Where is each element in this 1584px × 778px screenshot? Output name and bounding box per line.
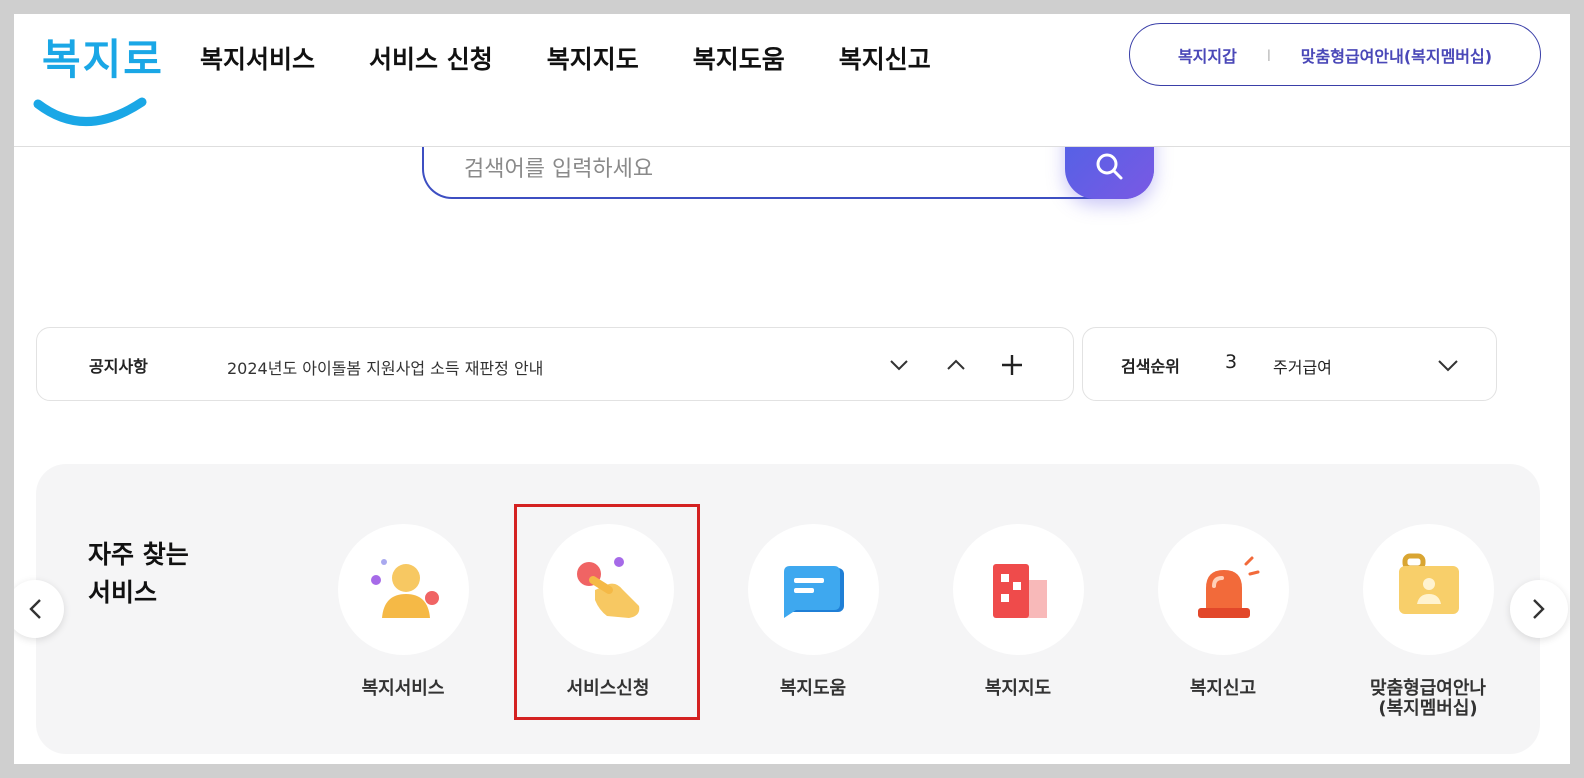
service-label-line-1: 맞춤형급여안나 — [1370, 678, 1486, 699]
title-line-1: 자주 찾는 — [88, 540, 189, 569]
service-label: 맞춤형급여안나 (복지멤버십) — [1353, 679, 1503, 719]
service-service-apply[interactable]: 서비스신청 — [533, 524, 683, 699]
nav-welfare-service[interactable]: 복지서비스 — [200, 40, 315, 76]
logo[interactable]: 복지로 — [30, 22, 162, 134]
service-label: 복지서비스 — [361, 678, 445, 699]
chevron-down-icon — [1438, 359, 1458, 371]
nav-welfare-help[interactable]: 복지도움 — [693, 40, 785, 76]
main-nav: 복지서비스 서비스 신청 복지지도 복지도움 복지신고 — [200, 38, 985, 78]
chevron-left-icon — [29, 599, 41, 619]
util-separator: ㅣ — [1262, 49, 1275, 64]
search-input[interactable] — [464, 152, 1024, 186]
ranking-text[interactable]: 주거급여 — [1273, 354, 1332, 378]
notice-next-button[interactable] — [882, 348, 916, 382]
service-welfare-service[interactable]: 복지서비스 — [328, 524, 478, 699]
nav-welfare-map[interactable]: 복지지도 — [547, 40, 639, 76]
search-icon — [1096, 153, 1123, 180]
service-welfare-map[interactable]: 복지지도 — [943, 524, 1093, 699]
hand-touch-icon — [576, 557, 639, 618]
service-label: 서비스신청 — [566, 678, 650, 699]
chat-document-icon — [783, 566, 844, 618]
util-links: 복지지갑 ㅣ 맞춤형급여안내(복지멤버십) — [1129, 23, 1541, 86]
frequent-services: 자주 찾는 서비스 복지서비스 서비스신청 복지도움 복지지도 복지신고 맞춤형… — [36, 464, 1540, 754]
service-icon-circle — [542, 524, 674, 655]
logo-smile-icon — [33, 97, 147, 126]
id-card-icon — [1398, 553, 1459, 614]
ranking-label: 검색순위 — [1121, 357, 1180, 376]
ranking-expand-button[interactable] — [1431, 348, 1465, 382]
notice-more-button[interactable] — [995, 348, 1029, 382]
page-frame: 복지로 복지서비스 서비스 신청 복지지도 복지도움 복지신고 복지지갑 ㅣ 맞… — [14, 14, 1570, 764]
nav-welfare-report[interactable]: 복지신고 — [839, 40, 931, 76]
service-icon-circle — [1157, 524, 1289, 655]
map-building-icon — [992, 564, 1047, 618]
service-welfare-help[interactable]: 복지도움 — [738, 524, 888, 699]
ranking-number: 3 — [1225, 351, 1238, 373]
nav-service-apply[interactable]: 서비스 신청 — [369, 40, 493, 76]
chevron-up-icon — [947, 359, 965, 370]
service-icon-circle — [747, 524, 879, 655]
title-line-2: 서비스 — [88, 578, 158, 607]
service-icon-circle — [1362, 524, 1494, 655]
notice-text[interactable]: 2024년도 아이돌봄 지원사업 소득 재판정 안내 — [227, 355, 543, 379]
carousel-next-button[interactable] — [1510, 580, 1568, 638]
notice-bar: 공지사항 2024년도 아이돌봄 지원사업 소득 재판정 안내 — [36, 327, 1074, 401]
membership-link[interactable]: 맞춤형급여안내(복지멤버십) — [1301, 43, 1492, 67]
plus-icon — [1002, 355, 1022, 375]
welfare-wallet-link[interactable]: 복지지갑 — [1178, 43, 1237, 67]
notice-label: 공지사항 — [89, 357, 148, 376]
service-icon-circle — [337, 524, 469, 655]
header: 복지로 복지서비스 서비스 신청 복지지도 복지도움 복지신고 복지지갑 ㅣ 맞… — [14, 14, 1570, 147]
search-ranking: 검색순위 3 주거급여 — [1082, 327, 1497, 401]
chevron-down-icon — [890, 360, 908, 371]
service-icon-circle — [952, 524, 1084, 655]
service-label: 복지신고 — [1189, 678, 1257, 699]
service-label: 복지도움 — [779, 678, 847, 699]
frequent-services-title: 자주 찾는 서비스 — [88, 536, 189, 612]
person-icon — [370, 559, 439, 618]
service-label-line-2: (복지멤버십) — [1378, 698, 1478, 719]
notice-prev-button[interactable] — [939, 348, 973, 382]
service-welfare-report[interactable]: 복지신고 — [1148, 524, 1298, 699]
service-membership[interactable]: 맞춤형급여안나 (복지멤버십) — [1353, 524, 1503, 719]
chevron-right-icon — [1533, 599, 1545, 619]
service-label: 복지지도 — [984, 678, 1052, 699]
siren-icon — [1197, 556, 1259, 618]
